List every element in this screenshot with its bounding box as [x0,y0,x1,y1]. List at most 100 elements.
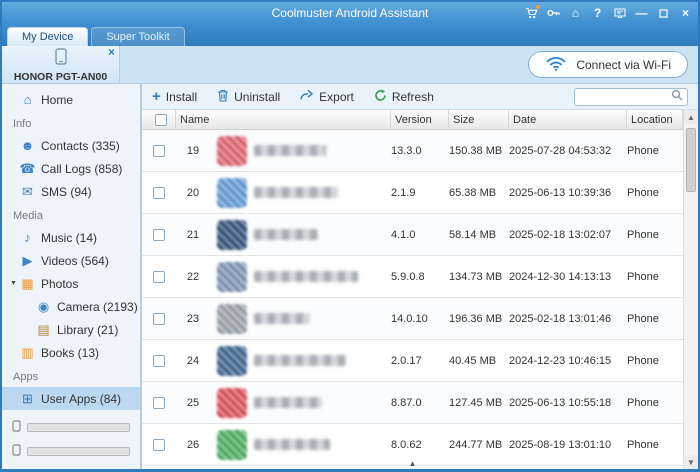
row-checkbox[interactable] [153,439,165,451]
table-row[interactable]: 22 5.9.0.8 134.73 MB 2024-12-30 14:13:13… [142,256,683,298]
row-checkbox[interactable] [153,187,165,199]
app-icon [217,220,247,250]
phone-storage-bar [12,420,130,435]
sidebar-section-info[interactable]: Info [2,114,140,134]
install-plus-icon: + [152,90,161,104]
app-name-redacted [254,187,338,198]
app-icon [217,430,247,460]
minimize-icon[interactable]: — [634,6,649,20]
table-row[interactable]: 20 2.1.9 65.38 MB 2025-06-13 10:39:36 Ph… [142,172,683,214]
app-date: 2024-12-30 14:13:13 [509,271,627,283]
feedback-icon[interactable] [612,6,627,20]
row-number: 26 [176,439,210,451]
device-bar: HONOR PGT-AN00 × Connect via Wi-Fi [2,46,698,84]
key-icon[interactable] [546,6,561,20]
app-location: Phone [627,439,683,451]
app-version: 8.0.62 [391,439,449,451]
app-version: 5.9.0.8 [391,271,449,283]
app-version: 4.1.0 [391,229,449,241]
scrollbar-track[interactable] [684,124,698,455]
storage-icon [12,420,21,435]
uninstall-button[interactable]: Uninstall [217,89,280,105]
select-all-checkbox[interactable] [142,110,176,129]
table-row[interactable]: 23 14.0.10 196.36 MB 2025-02-18 13:01:46… [142,298,683,340]
app-size: 58.14 MB [449,229,509,241]
table-body: 19 13.3.0 150.38 MB 2025-07-28 04:53:32 … [142,130,683,469]
table-row[interactable]: 19 13.3.0 150.38 MB 2025-07-28 04:53:32 … [142,130,683,172]
sidebar-item-music[interactable]: ♪ Music (14) [2,226,140,249]
sidebar-section-media[interactable]: Media [2,206,140,226]
tab-super-toolkit[interactable]: Super Toolkit [91,27,184,46]
titlebar: Coolmuster Android Assistant ⌂ ? — × [2,2,698,24]
export-button[interactable]: Export [300,89,354,104]
table-row[interactable]: 25 8.87.0 127.45 MB 2025-06-13 10:55:18 … [142,382,683,424]
row-checkbox[interactable] [153,355,165,367]
home-icon[interactable]: ⌂ [568,6,583,20]
sidebar-item-label: Photos [41,277,78,291]
refresh-button[interactable]: Refresh [374,89,434,105]
contacts-icon: ☻ [19,138,36,153]
sidebar-item-user-apps[interactable]: ⊞ User Apps (84) [2,387,140,410]
header-version[interactable]: Version [391,110,449,129]
sidebar-item-contacts[interactable]: ☻ Contacts (335) [2,134,140,157]
search-input[interactable] [579,91,671,103]
app-icon [217,346,247,376]
connect-wifi-label: Connect via Wi-Fi [576,58,671,72]
sidebar-item-call-logs[interactable]: ☎ Call Logs (858) [2,157,140,180]
app-window: Coolmuster Android Assistant ⌂ ? — × My … [0,0,700,472]
sidebar-item-books[interactable]: ▥ Books (13) [2,341,140,364]
header-location[interactable]: Location [627,110,683,129]
row-checkbox[interactable] [153,145,165,157]
device-name: HONOR PGT-AN00 [2,71,119,83]
header-size[interactable]: Size [449,110,509,129]
device-close-icon[interactable]: × [108,46,115,58]
close-icon[interactable]: × [678,6,693,20]
app-date: 2025-02-18 13:01:46 [509,313,627,325]
table-row[interactable]: 21 4.1.0 58.14 MB 2025-02-18 13:02:07 Ph… [142,214,683,256]
row-checkbox[interactable] [153,229,165,241]
row-checkbox[interactable] [153,271,165,283]
tab-my-device[interactable]: My Device [7,27,88,46]
app-icon [217,136,247,166]
app-name-redacted [254,229,318,240]
row-checkbox[interactable] [153,313,165,325]
tabbar: My Device Super Toolkit [2,24,698,46]
app-version: 2.1.9 [391,187,449,199]
scroll-up-indicator: ▲ [409,460,417,468]
app-icon [217,178,247,208]
sidebar-item-home[interactable]: ⌂ Home [2,88,140,111]
table-row[interactable]: 24 2.0.17 40.45 MB 2024-12-23 10:46:15 P… [142,340,683,382]
sidebar-item-videos[interactable]: ▶ Videos (564) [2,249,140,272]
sidebar-item-label: Info [13,118,31,130]
sidebar-item-label: Apps [13,371,38,383]
header-date[interactable]: Date [509,110,627,129]
app-date: 2025-06-13 10:39:36 [509,187,627,199]
app-size: 196.36 MB [449,313,509,325]
vertical-scrollbar[interactable]: ▲ ▼ [683,110,698,469]
expand-arrow-icon[interactable]: ▼ [10,280,19,287]
sidebar-item-library[interactable]: ▤ Library (21) [2,318,140,341]
search-icon[interactable] [671,89,683,104]
scrollbar-up-arrow-icon[interactable]: ▲ [684,110,698,124]
help-icon[interactable]: ? [590,6,605,20]
app-size: 40.45 MB [449,355,509,367]
connect-wifi-button[interactable]: Connect via Wi-Fi [528,51,688,78]
install-button[interactable]: + Install [152,90,197,104]
sidebar-item-sms[interactable]: ✉ SMS (94) [2,180,140,203]
device-card[interactable]: HONOR PGT-AN00 × [2,46,120,83]
scrollbar-thumb[interactable] [686,128,696,192]
maximize-icon[interactable] [656,6,671,20]
row-checkbox[interactable] [153,397,165,409]
sd-storage-bar [12,444,130,459]
sidebar-section-apps[interactable]: Apps [2,367,140,387]
cart-icon[interactable] [524,6,539,20]
scrollbar-down-arrow-icon[interactable]: ▼ [684,455,698,469]
sidebar-item-photos[interactable]: ▼ ▦ Photos [2,272,140,295]
music-icon: ♪ [19,230,36,245]
header-name[interactable]: Name [176,110,391,129]
app-size: 134.73 MB [449,271,509,283]
sidebar-item-camera[interactable]: ◉ Camera (2193) [2,295,140,318]
app-size: 127.45 MB [449,397,509,409]
app-date: 2025-06-13 10:55:18 [509,397,627,409]
app-location: Phone [627,397,683,409]
